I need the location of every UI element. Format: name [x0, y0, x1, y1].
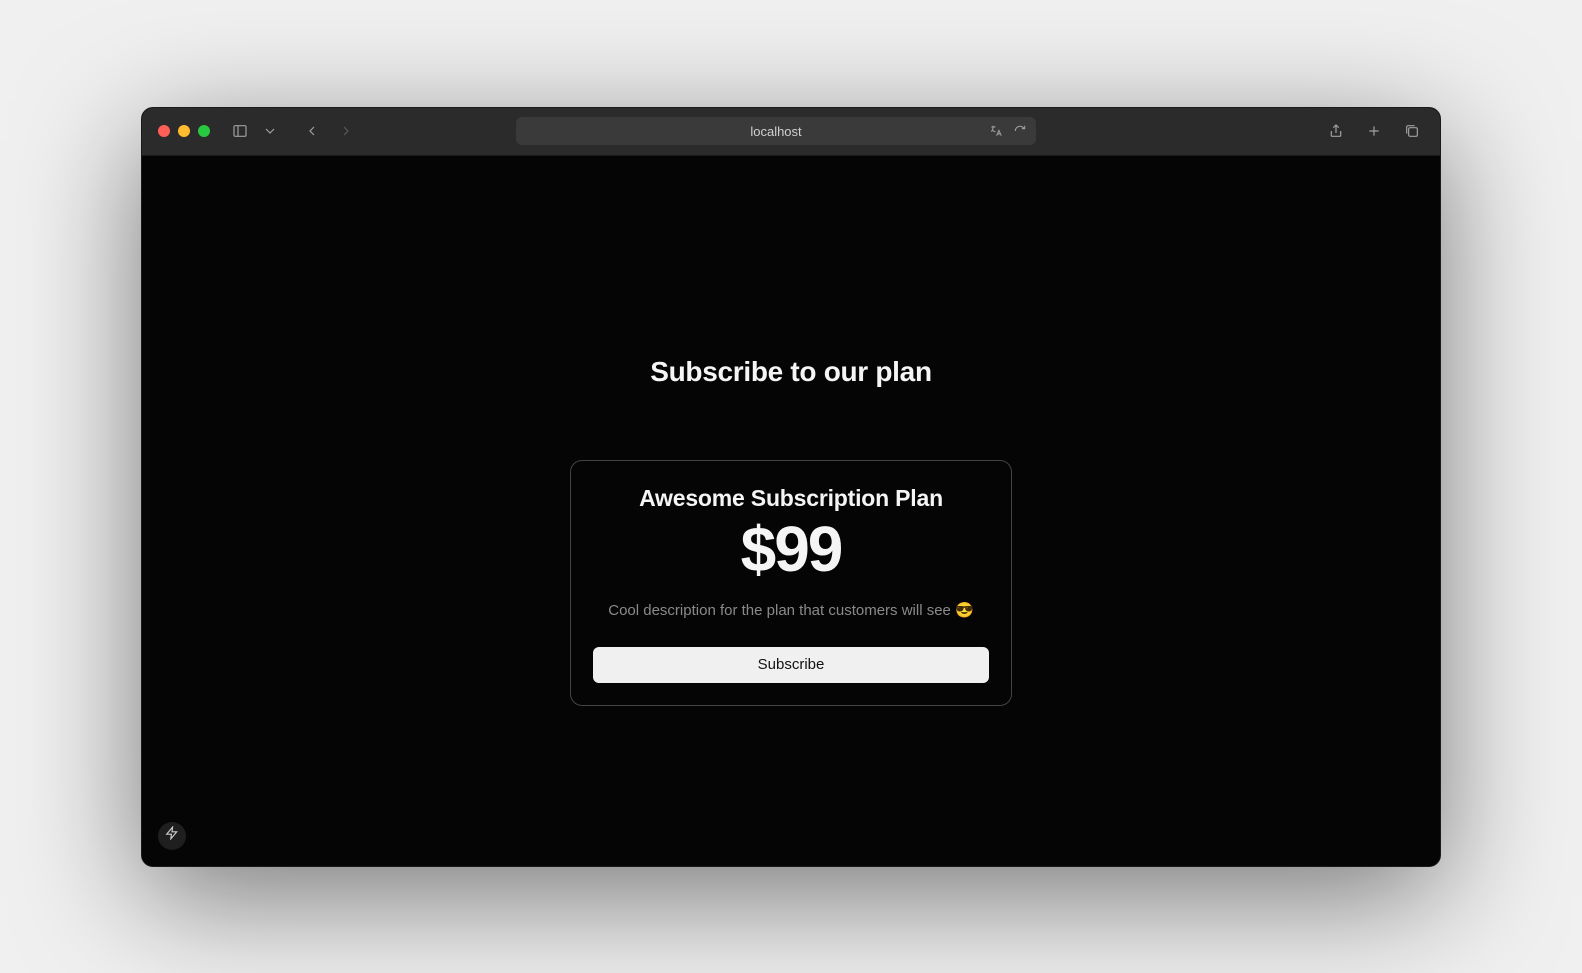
plan-title: Awesome Subscription Plan: [639, 485, 943, 512]
plan-description: Cool description for the plan that custo…: [608, 601, 974, 619]
window-controls: [158, 125, 210, 137]
maximize-window-button[interactable]: [198, 125, 210, 137]
address-bar-text: localhost: [750, 124, 801, 139]
share-icon[interactable]: [1324, 119, 1348, 143]
address-bar[interactable]: localhost: [516, 117, 1036, 145]
close-window-button[interactable]: [158, 125, 170, 137]
dev-tools-badge[interactable]: [158, 822, 186, 850]
page-viewport: Subscribe to our plan Awesome Subscripti…: [142, 156, 1440, 866]
browser-window: localhost: [141, 107, 1441, 867]
new-tab-icon[interactable]: [1362, 119, 1386, 143]
subscription-plan-card: Awesome Subscription Plan $99 Cool descr…: [570, 460, 1012, 706]
minimize-window-button[interactable]: [178, 125, 190, 137]
lightning-icon: [165, 826, 179, 845]
browser-toolbar: localhost: [142, 108, 1440, 156]
tab-overview-icon[interactable]: [1400, 119, 1424, 143]
plan-price: $99: [741, 516, 842, 583]
tab-group-dropdown-icon[interactable]: [258, 119, 282, 143]
subscribe-button[interactable]: Subscribe: [593, 647, 989, 683]
forward-button-icon[interactable]: [334, 119, 358, 143]
back-button-icon[interactable]: [300, 119, 324, 143]
reader-translate-icon[interactable]: [986, 121, 1006, 141]
sidebar-toggle-icon[interactable]: [228, 119, 252, 143]
page-heading: Subscribe to our plan: [650, 356, 932, 388]
reload-icon[interactable]: [1010, 121, 1030, 141]
